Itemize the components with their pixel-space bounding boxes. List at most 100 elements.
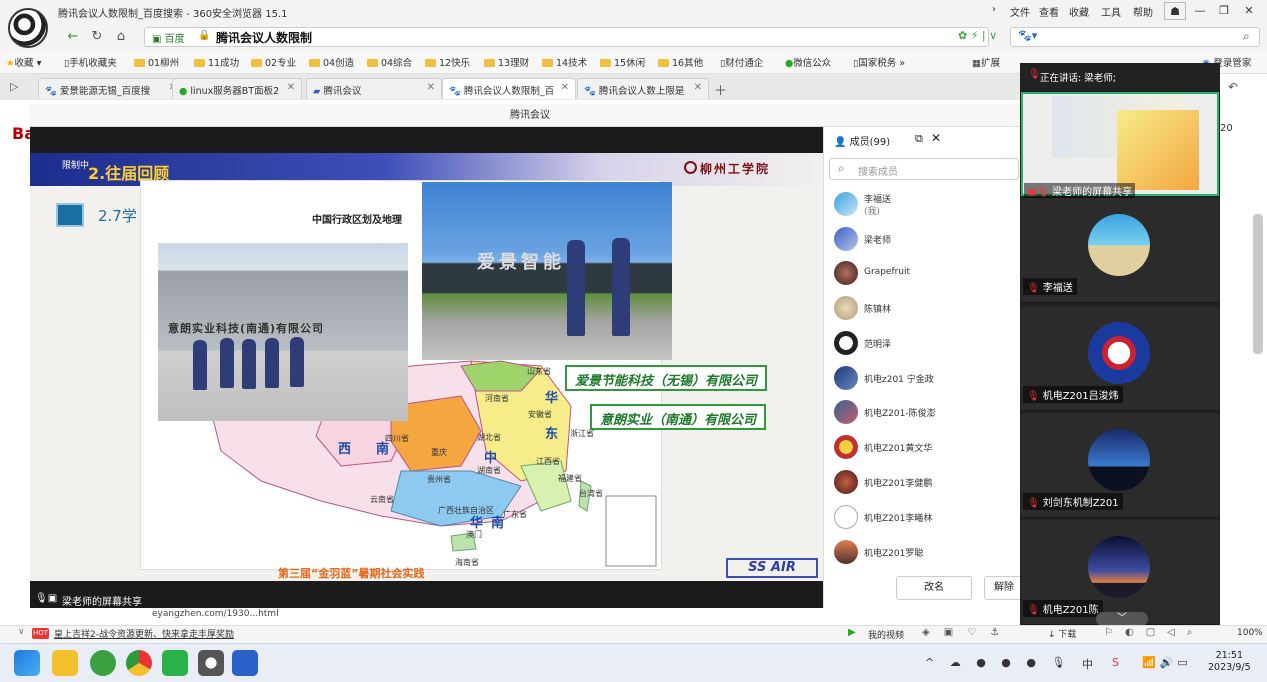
search-box[interactable] (1010, 27, 1260, 47)
status-right-icons[interactable]: ⚐◐▢◁⌕ (1104, 627, 1204, 638)
close-icon[interactable]: ✕ (1238, 2, 1260, 20)
bookmark-folder[interactable]: 04创造 (309, 55, 354, 69)
extension-label: 扩展 (980, 58, 1000, 69)
page-scrollbar[interactable] (1253, 214, 1263, 354)
video-tile[interactable]: 🎙 刘剑东机制Z201 (1021, 413, 1219, 518)
bookmark-folder[interactable]: 14技术 (542, 55, 587, 69)
tab-close-icon[interactable]: ✕ (427, 82, 435, 93)
member-row[interactable]: 范明泽 (834, 331, 1014, 355)
menu-tools[interactable]: 工具 (1101, 4, 1121, 19)
menu-chevron-icon[interactable]: › (992, 4, 996, 15)
bookmark-label: 14技术 (556, 58, 588, 69)
search-engine-icon[interactable]: 🐾▾ (1018, 29, 1037, 42)
avatar (834, 331, 858, 355)
bookmark-link[interactable]: ●微信公众 (785, 55, 831, 69)
restore-icon[interactable]: ❐ (1213, 2, 1235, 20)
bookmark-folder[interactable]: 16其他 (658, 55, 703, 69)
wechat-icon[interactable] (162, 650, 188, 676)
tencent-meeting-icon[interactable] (232, 650, 258, 676)
member-row[interactable]: 机电Z201李健鹏 (834, 470, 1014, 494)
bookmark-favorites[interactable]: ★收藏 ▾ (6, 55, 41, 69)
browser-app-icon[interactable] (198, 650, 224, 676)
search-icon[interactable]: ⌕ (1243, 29, 1250, 44)
member-row[interactable]: 机电Z201黄文华 (834, 435, 1014, 459)
360-browser-icon[interactable] (90, 650, 116, 676)
my-video-button[interactable]: 我的视频 (868, 628, 904, 641)
sogou-icon[interactable]: S (1112, 656, 1119, 669)
taskbar-clock[interactable]: 21:51 2023/9/5 (1208, 650, 1251, 674)
home-icon[interactable]: ⌂ (112, 29, 130, 45)
bookmark-folder[interactable]: 02专业 (251, 55, 296, 69)
bookmark-label: 11成功 (208, 58, 240, 69)
back-icon[interactable]: ← (64, 29, 82, 45)
refresh-icon[interactable]: ↻ (88, 29, 106, 45)
new-tab-icon[interactable]: ＋ (714, 80, 727, 99)
share-label: 梁老师的屏幕共享 (62, 597, 142, 608)
video-tile[interactable]: 🎙 机电Z201吕浚炜 (1021, 306, 1219, 411)
member-row[interactable]: 机电Z201罗聪 (834, 540, 1014, 564)
undo-close-icon[interactable]: ↶ (1228, 80, 1238, 94)
file-explorer-icon[interactable] (52, 650, 78, 676)
chevron-down-icon[interactable]: ∨ (18, 627, 25, 637)
tab-5[interactable]: 🐾 腾讯会议人数上限是 ✕ (577, 78, 709, 99)
bookmark-link[interactable]: ▯财付通企 (720, 55, 763, 69)
rename-button[interactable]: 改名 (896, 576, 972, 600)
video-tile[interactable]: 🎙 机电Z201陈 (1021, 520, 1219, 625)
menu-favorites[interactable]: 收藏 (1069, 4, 1089, 19)
member-row[interactable]: Grapefruit (834, 261, 1014, 285)
member-row[interactable]: 机电z201 宁金政 (834, 366, 1014, 390)
member-row[interactable]: 机电Z201-陈俊澎 (834, 400, 1014, 424)
tab-3[interactable]: ▰ 腾讯会议 ✕ (306, 78, 442, 99)
bookmark-folder[interactable]: 04综合 (367, 55, 412, 69)
address-text[interactable]: 腾讯会议人数限制 (216, 29, 312, 46)
extensions-button[interactable]: ▦扩展 (972, 55, 1000, 69)
skin-icon[interactable]: ☗ (1164, 2, 1186, 20)
chrome-icon[interactable] (126, 650, 152, 676)
sidebar-toggle-icon[interactable]: ▷ (10, 80, 18, 93)
member-row[interactable]: 陈镇林 (834, 296, 1014, 320)
close-panel-icon[interactable]: ✕ (931, 131, 941, 145)
address-actions[interactable]: ✿ ⚡ | ∨ (958, 29, 997, 42)
member-row[interactable]: 梁老师 (834, 227, 1014, 251)
status-tool-icons[interactable]: ◈▣♡⚓ (922, 627, 1013, 638)
bookmark-folder[interactable]: 12快乐 (425, 55, 470, 69)
bookmark-mobile[interactable]: ▯手机收藏夹 (64, 55, 117, 69)
tab-close-icon[interactable]: ✕ (287, 82, 295, 93)
tab-close-icon[interactable]: ✕ (694, 82, 702, 93)
member-row[interactable]: 李福送 (我) (834, 192, 1014, 217)
lock-icon: 🔒 (198, 30, 211, 41)
hot-news-link[interactable]: 皇上吉祥2-战令资源更新、快来拿走丰厚奖励 (54, 627, 234, 640)
video-tile[interactable]: 🎙 李福送 (1021, 198, 1219, 303)
menu-view[interactable]: 查看 (1039, 4, 1059, 19)
meeting-tab-icon: ▰ (313, 86, 324, 97)
tab-4-active[interactable]: 🐾 腾讯会议人数限制_百 ✕ (442, 78, 576, 99)
meeting-window-title: 腾讯会议 (30, 104, 1030, 127)
bookmark-folder[interactable]: 11成功 (194, 55, 239, 69)
download-button[interactable]: ↓ 下载 (1048, 627, 1076, 640)
tab-2[interactable]: ● linux服务器BT面板2 ✕ (172, 78, 302, 99)
zoom-level[interactable]: 100% (1237, 628, 1263, 638)
bullet-square-icon (56, 203, 84, 227)
menu-help[interactable]: 帮助 (1133, 4, 1153, 19)
network-volume-battery-icons[interactable]: 📶🔊▭ (1142, 656, 1192, 669)
bookmark-label: 12快乐 (439, 58, 471, 69)
bookmark-folder[interactable]: 01柳州 (134, 55, 179, 69)
ime-indicator[interactable]: 中 (1082, 656, 1093, 672)
start-icon[interactable] (14, 650, 40, 676)
minimize-icon[interactable]: — (1189, 2, 1211, 20)
popout-icon[interactable]: ⧉ (915, 132, 923, 146)
system-tray-icons[interactable]: ^ ☁ ● ● ● 🎙 (925, 656, 1071, 669)
bookmark-folder[interactable]: 13理财 (484, 55, 529, 69)
bookmark-folder[interactable]: 15休闲 (600, 55, 645, 69)
avatar (1088, 214, 1150, 276)
chevron-down-icon[interactable]: ﹀ (1096, 612, 1148, 626)
bookmark-link[interactable]: ▯国家税务 » (853, 55, 905, 69)
tab-1[interactable]: 🐾 爱景能源无锡_百度搜✕ (38, 78, 184, 99)
unmute-all-button[interactable]: 解除 (984, 576, 1024, 600)
mic-icon: ▣🎙 (1027, 187, 1050, 198)
province-label: 贵州省 (427, 475, 451, 484)
member-name: 陈镇林 (864, 305, 892, 315)
tab-close-icon[interactable]: ✕ (561, 82, 569, 93)
member-row[interactable]: 机电Z201李曦林 (834, 505, 1014, 529)
menu-file[interactable]: 文件 (1010, 4, 1030, 19)
